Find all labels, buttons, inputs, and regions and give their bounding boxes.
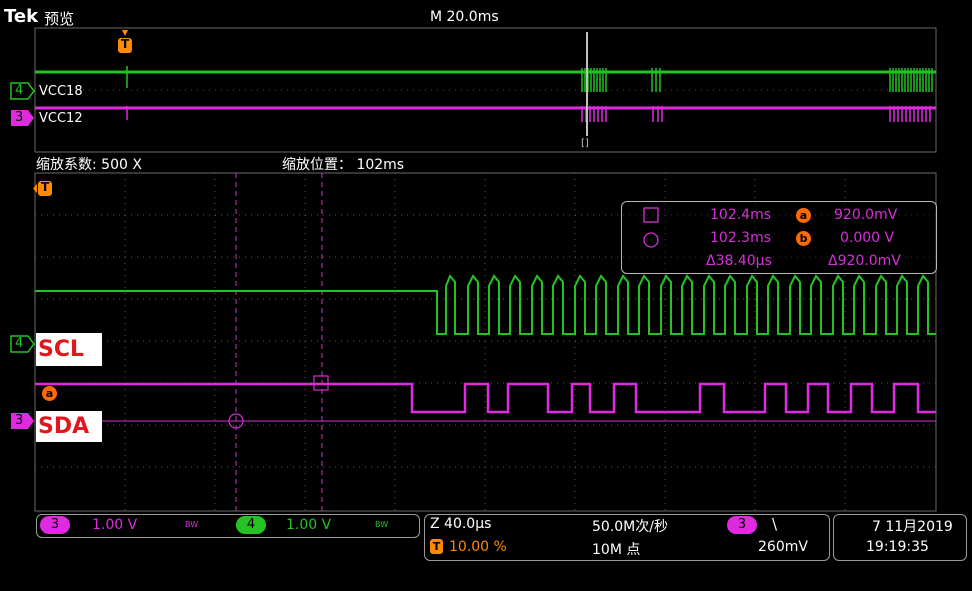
sda-label: SDA [36, 411, 102, 442]
cursor-a-volt: 920.0mV [834, 207, 898, 223]
time-readout: 19:19:35 [866, 539, 929, 555]
status-ch3-scale: 1.00 V [92, 517, 138, 533]
zoom-plot [10, 172, 937, 512]
date-readout: 7 11月2019 [872, 519, 953, 535]
scl-label: SCL [36, 333, 102, 366]
cursor-a-icon: a [796, 208, 811, 223]
trigger-level: 260mV [758, 539, 808, 555]
cursor-b-volt: 0.000 V [840, 230, 895, 246]
status-ch4-scale: 1.00 V [286, 517, 332, 533]
status-ch4-badge[interactable]: 4 [236, 516, 266, 534]
trigger-slope-icon: \ [772, 515, 778, 533]
delta-volt: Δ920.0mV [828, 253, 901, 269]
status-ch3-bw: BW [185, 520, 199, 529]
zoom-ch3-num: 3 [15, 413, 24, 428]
zoom-time-readout: Z 40.0μs [430, 516, 492, 532]
cursor2-time: 102.3ms [710, 230, 772, 246]
zoom-trigger-letter: T [41, 180, 50, 194]
delta-time: Δ38.40μs [706, 253, 772, 269]
status-trigger-icon: T [430, 539, 443, 554]
record-length: 10M 点 [592, 542, 641, 558]
status-ch4-bw: BW [375, 520, 389, 529]
cursor-b-icon: b [796, 231, 811, 246]
cursor-a-marker: a [42, 386, 57, 401]
cursor-readout: 102.4ms a 920.0mV 102.3ms b 0.000 V Δ38.… [621, 201, 937, 274]
trigger-position: 10.00 % [449, 539, 507, 555]
status-ch3-badge[interactable]: 3 [40, 516, 70, 534]
readout-shapes [643, 207, 659, 248]
trigger-source-badge[interactable]: 3 [727, 516, 757, 534]
cursor1-time: 102.4ms [710, 207, 772, 223]
scope-screen: Tek 预览 M 20.0ms T [] 4 VCC18 3 VCC12 缩放系… [0, 0, 972, 591]
sample-rate: 50.0M次/秒 [592, 519, 668, 535]
zoom-ch4-num: 4 [15, 336, 24, 351]
